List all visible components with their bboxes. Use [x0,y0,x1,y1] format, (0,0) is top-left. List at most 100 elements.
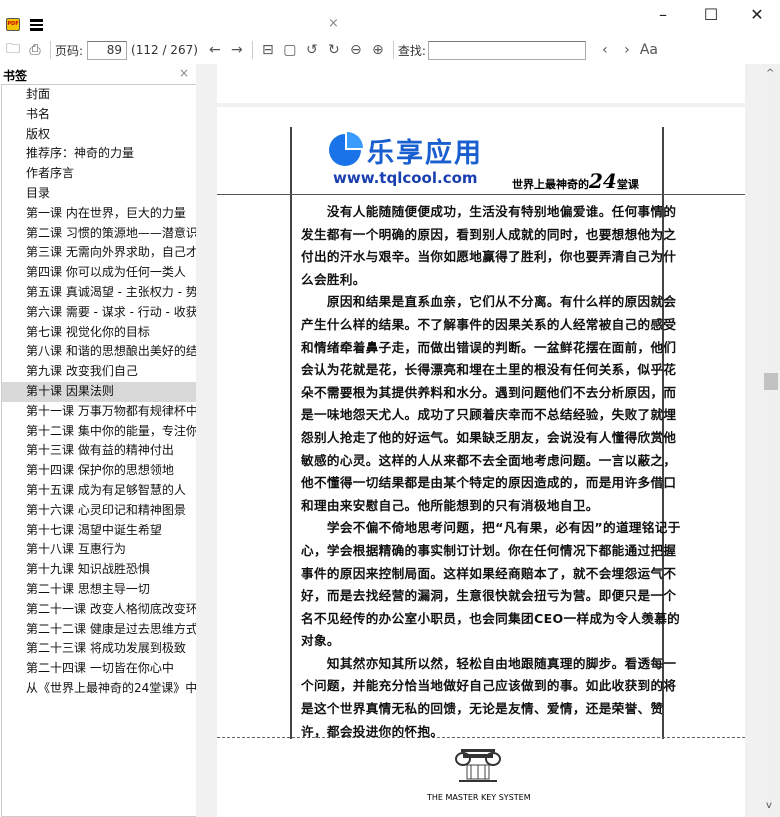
tab-close-button[interactable]: × [328,16,339,31]
page-border-left [290,127,292,739]
bookmark-item[interactable]: 封面 [2,85,196,105]
menu-icon[interactable] [30,19,43,31]
bookmark-item[interactable]: 第十六课 心灵印记和精神图景 [2,501,196,521]
close-button[interactable]: ✕ [742,4,772,26]
bookmark-item[interactable]: 第十五课 成为有足够智慧的人 [2,481,196,501]
match-case-button[interactable]: Aa [638,42,660,58]
bookmark-item[interactable]: 书名 [2,105,196,125]
find-next-icon[interactable]: › [616,42,638,58]
page-count: (112 / 267) [131,43,198,57]
text-line: 朵不需要根为其提供养料和水分。遇到问题他们不去分析原因，而 [301,384,677,400]
text-line: 和情绪牵着鼻子走，而做出错误的判断。一盆鲜花摆在面前，他们 [301,339,677,355]
bookmark-item[interactable]: 第十二课 集中你的能量，专注你 [2,422,196,442]
document-view: 乐享应用 www.tqlcool.com 世界上最神奇的24堂课 没有人能随随便… [196,64,762,817]
bookmark-item[interactable]: 第十八课 互惠行为 [2,540,196,560]
fit-page-icon[interactable]: ⊟ [257,42,279,58]
rotate-left-icon[interactable]: ↺ [301,42,323,58]
bookmark-item[interactable]: 推荐序：神奇的力量 [2,144,196,164]
text-line: 是这个世界真情无私的回馈，无论是友情、爱情，还是荣誉、赞 [301,701,664,717]
text-line: 么会胜利。 [301,271,366,287]
text-line: 知其然亦知其所以然，轻松自由地跟随真理的脚步。看透每一 [301,655,677,671]
bookmark-list: 封面 书名 版权 推荐序：神奇的力量 作者序言 目录 第一课 内在世界，巨大的力量 第二课 习… [1,84,196,817]
single-page-icon[interactable]: ▢ [279,42,301,58]
folder-icon[interactable]: 🗀 [2,38,24,62]
text-line: 原因和结果是直系血亲，它们从不分离。有什么样的原因就会 [301,294,677,310]
text-line: 怨别人抢走了他的好运气。如果缺乏朋友，会说没有人懂得欣赏他 [301,429,677,445]
text-line: 学会不偏不倚地思考问题，把“凡有果，必有因”的道理铭记于 [301,520,681,536]
page-label: 页码: [55,43,84,58]
rotate-right-icon[interactable]: ↻ [323,42,345,58]
text-line: 会认为花就是花，长得漂亮和埋在土里的根没有任何关系，似乎花 [301,362,677,378]
text-line: 没有人能随随便便成功，生活没有特别地偏爱谁。任何事情的 [301,204,677,219]
bookmark-item[interactable]: 目录 [2,184,196,204]
find-input[interactable] [427,40,586,60]
running-head-number: 24 [589,169,617,193]
text-line: 许，都会投进你的怀抱。 [301,723,444,739]
ionic-column-emblem [455,749,501,782]
zoom-in-icon[interactable]: ⊕ [367,42,389,58]
scroll-down-icon[interactable]: v [766,800,772,811]
logo-url: www.tqlcool.com [333,169,478,187]
bookmark-item[interactable]: 第二课 习惯的策源地——潜意识 [2,224,196,244]
bookmark-item[interactable]: 第一课 内在世界，巨大的力量 [2,204,196,224]
sidebar-close-button[interactable]: × [179,66,189,80]
toolbar: 🗀 ⎙ 页码: 89 (112 / 267) ← → ⊟ ▢ ↺ ↻ ⊖ ⊕ 查… [0,38,780,62]
text-line: 发生都有一个明确的原因，看到别人成就的同时，也要想想他为之 [301,226,677,242]
app-logo-icon: PDF [6,18,20,31]
bookmark-item[interactable]: 第五课 真诚渴望 - 主张权力 - 势 [2,283,196,303]
bookmark-item[interactable]: 第十七课 渴望中诞生希望 [2,521,196,541]
running-head: 世界上最神奇的24堂课 [512,169,639,193]
bookmark-item[interactable]: 版权 [2,125,196,145]
text-line: 和理由来安慰自己。他所能想到的只有消极地自卫。 [301,497,599,513]
text-line: 事件的原因来控制局面。这样如果经商赔本了，就不会埋怨运气不 [301,565,677,581]
bookmark-item[interactable]: 从《世界上最神奇的24堂课》中 [2,679,196,699]
scrollbar-thumb[interactable] [764,373,778,390]
bookmark-item[interactable]: 作者序言 [2,164,196,184]
zoom-out-icon[interactable]: ⊖ [345,42,367,58]
text-line: 好，而是去找经营的漏洞，生意很快就会扭亏为营。即便只是一个 [301,588,677,604]
running-head-text: 世界上最神奇的 [512,178,589,191]
bookmark-item[interactable]: 第二十四课 一切皆在你心中 [2,659,196,679]
logo-text: 乐享应用 [367,138,483,169]
bookmark-item[interactable]: 第四课 你可以成为任何一类人 [2,263,196,283]
divider [251,41,253,59]
minimize-button[interactable]: – [648,4,678,26]
text-line: 心，学会根据精确的事实制订计划。你在任何情况下都能通过把握 [301,542,677,558]
text-line: 付出的汗水与艰辛。当你如愿地赢得了胜利，你也要弄清自己为什 [301,249,677,265]
bookmark-item[interactable]: 第十四课 保护你的思想领地 [2,461,196,481]
divider [50,41,51,59]
running-head-end: 堂课 [616,178,639,191]
sidebar-title: 书签 [3,69,28,83]
page-number-input[interactable]: 89 [87,40,128,60]
current-page: 乐享应用 www.tqlcool.com 世界上最神奇的24堂课 没有人能随随便… [217,107,745,817]
text-line: 对象。 [301,633,340,649]
bookmark-item[interactable]: 第二十三课 将成功发展到极致 [2,639,196,659]
footer-text: THE MASTER KEY SYSTEM [427,793,531,802]
bookmark-item[interactable]: 第六课 需要 - 谋求 - 行动 - 收获 [2,303,196,323]
bookmark-item[interactable]: 第三课 无需向外界求助，自己才 [2,243,196,263]
back-icon[interactable]: ← [204,42,226,58]
bookmark-item[interactable]: 第八课 和谐的思想酿出美好的结 [2,342,196,362]
bookmark-item[interactable]: 第七课 视觉化你的目标 [2,323,196,343]
bookmark-item[interactable]: 第二十二课 健康是过去思维方式 [2,620,196,640]
bookmark-item[interactable]: 第二十课 思想主导一切 [2,580,196,600]
bookmark-item[interactable]: 第十课 因果法则 [2,381,196,402]
print-icon[interactable]: ⎙ [24,42,46,58]
bookmark-item[interactable]: 第十九课 知识战胜恐惧 [2,560,196,580]
text-line: 产生什么样的结果。不了解事件的因果关系的人经常被自己的感受 [301,316,677,332]
header-rule [217,194,745,195]
scroll-up-icon[interactable]: ^ [766,68,774,79]
bookmark-item[interactable]: 第二十一课 改变人格彻底改变环 [2,600,196,620]
text-line: 是一味地怨天尤人。成功了只顾着庆幸而不总结经验，失败了就埋 [301,407,677,423]
text-line: 个问题，并能充分恰当地做好自己应该做到的事。如此收获到的将 [301,678,677,694]
divider [392,41,394,59]
find-prev-icon[interactable]: ‹ [594,42,616,58]
maximize-button[interactable]: ☐ [696,4,726,26]
text-line: 名不见经传的办公室小职员，也会同集团CEO一样成为令人羡慕的 [301,610,681,626]
vertical-scrollbar[interactable]: ^ v [762,64,780,817]
bookmark-item[interactable]: 第十一课 万事万物都有规律杯中 [2,402,196,422]
forward-icon[interactable]: → [226,42,248,58]
bookmark-item[interactable]: 第十三课 做有益的精神付出 [2,441,196,461]
previous-page [217,64,745,103]
bookmark-item[interactable]: 第九课 改变我们自己 [2,362,196,382]
